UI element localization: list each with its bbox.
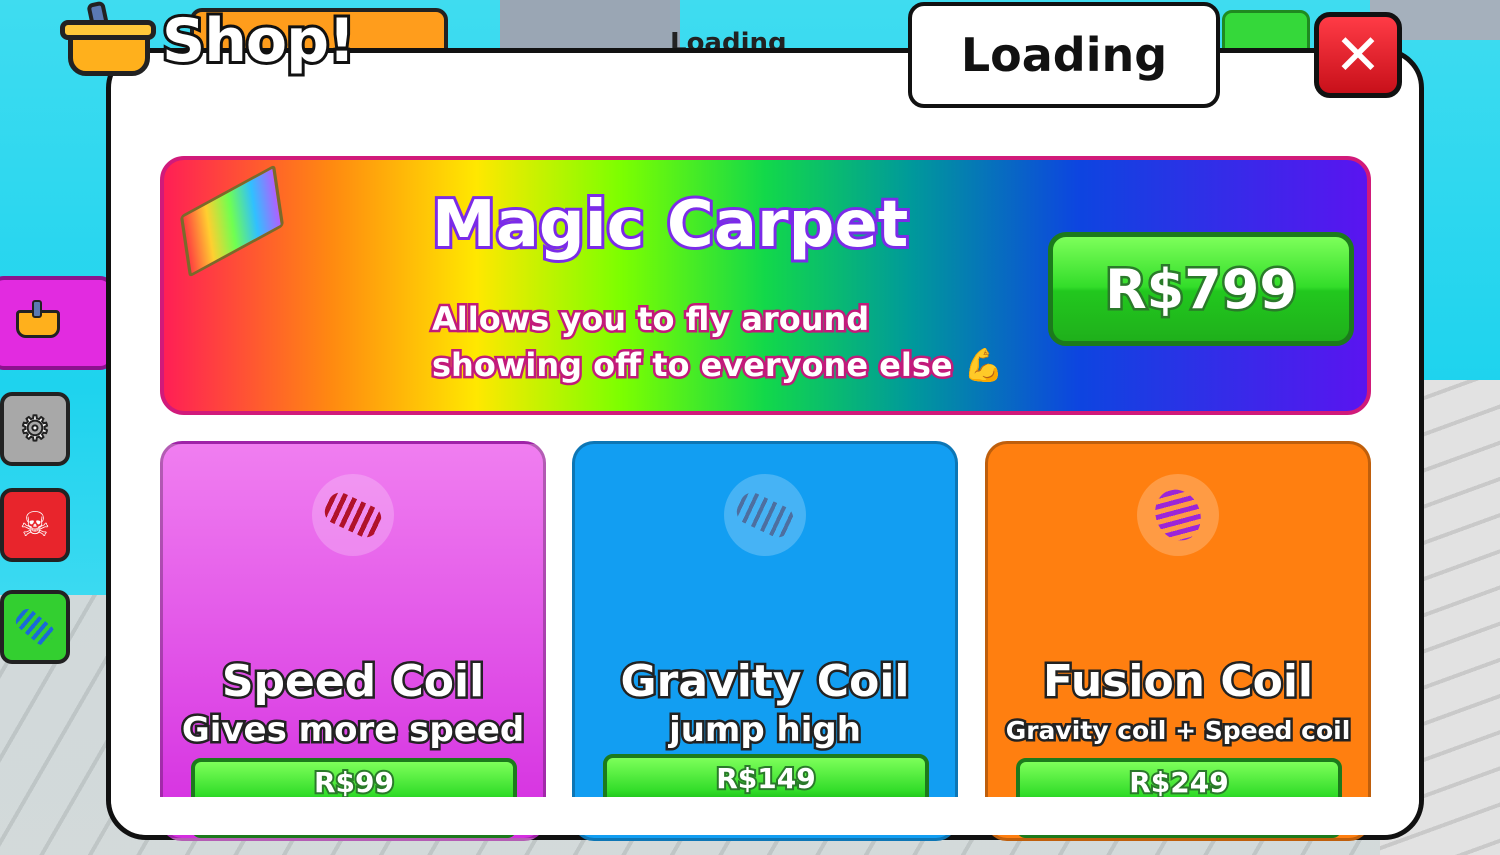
product-card-speed-coil: Speed Coil Gives more speed R$99: [160, 441, 546, 841]
product-description: Gives more speed: [179, 708, 526, 753]
featured-description-line1: Allows you to fly around: [430, 298, 872, 341]
shop-header: Shop!: [60, 0, 358, 80]
featured-buy-button[interactable]: R$799: [1048, 232, 1354, 346]
product-icon-holder: [724, 474, 806, 556]
loading-indicator: Loading: [908, 2, 1220, 108]
product-card-fusion-coil: Fusion Coil Gravity coil + Speed coil R$…: [985, 441, 1371, 841]
magic-carpet-icon: [179, 164, 285, 278]
coil-icon: [12, 605, 58, 649]
basket-icon: [16, 300, 60, 340]
product-icon-holder: [1137, 474, 1219, 556]
side-shop-button[interactable]: [0, 276, 114, 370]
basket-icon: [60, 0, 156, 80]
product-description: Gravity coil + Speed coil: [1003, 714, 1353, 748]
shop-title: Shop!: [159, 3, 358, 79]
gear-icon: ⚙: [19, 408, 52, 450]
close-button[interactable]: ✕: [1314, 12, 1402, 98]
blue-coil-icon: [732, 488, 798, 542]
product-description: jump high: [667, 708, 864, 753]
featured-title: Magic Carpet: [429, 185, 911, 265]
skull-icon: ☠: [19, 505, 51, 545]
product-name: Fusion Coil: [1040, 654, 1315, 710]
featured-description-line2: showing off to everyone else 💪: [430, 344, 1007, 387]
panel-scroll-clip: [111, 797, 1419, 835]
coil-equip-button[interactable]: [0, 590, 70, 664]
product-name: Speed Coil: [219, 654, 486, 710]
product-name: Gravity Coil: [618, 654, 912, 710]
featured-description: Allows you to fly around showing off to …: [430, 296, 1007, 388]
product-icon-holder: [312, 474, 394, 556]
featured-banner: Magic Carpet Allows you to fly around sh…: [160, 156, 1371, 415]
red-coil-icon: [320, 488, 386, 542]
purple-coil-icon: [1147, 482, 1209, 548]
product-card-gravity-coil: Gravity Coil jump high R$149: [572, 441, 958, 841]
close-icon: ✕: [1334, 22, 1382, 88]
reset-button[interactable]: ☠: [0, 488, 70, 562]
settings-button[interactable]: ⚙: [0, 392, 70, 466]
